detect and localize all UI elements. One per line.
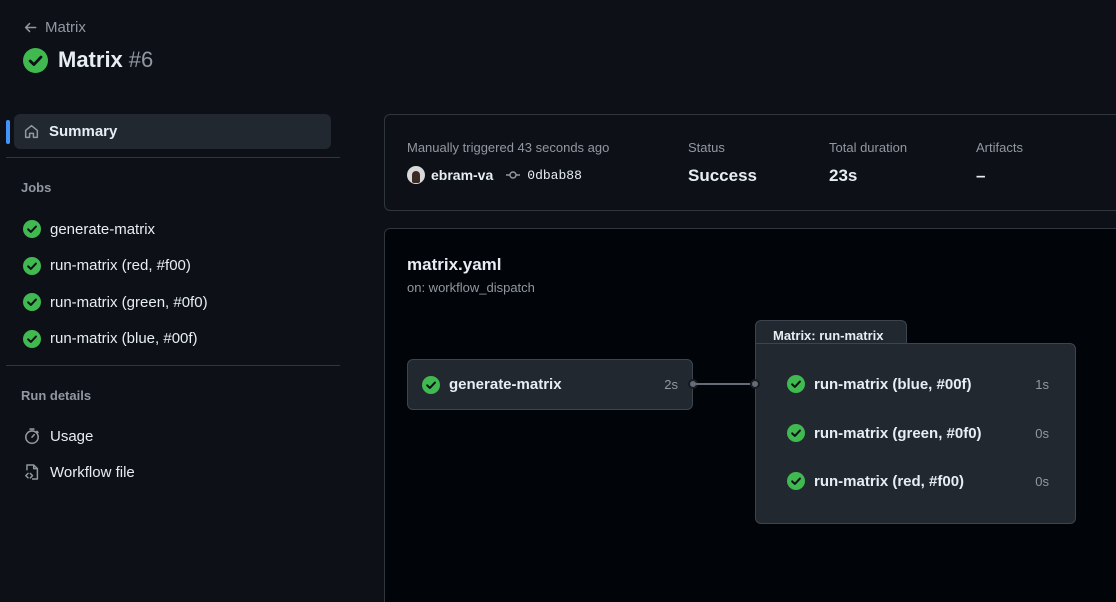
workflow-graph-card: matrix.yaml on: workflow_dispatch genera… [384,228,1116,602]
actor-link[interactable]: ebram-va [431,167,493,183]
matrix-job-blue[interactable]: run-matrix (blue, #00f) 1s [787,375,1049,393]
status-label: Status [688,140,725,155]
status-value: Success [688,166,757,185]
sidebar-item-job[interactable]: run-matrix (blue, #00f) [6,321,340,358]
workflow-run-page: Matrix Matrix #6 Summary Jobs generate-m… [0,0,1116,602]
matrix-group: run-matrix (blue, #00f) 1s run-matrix (g… [755,343,1076,524]
matrix-title: Matrix: run-matrix [755,320,907,345]
sidebar-item-label: Summary [49,123,118,140]
sidebar: Summary Jobs generate-matrix run-matrix … [6,114,340,490]
trigger-text: Manually triggered 43 seconds ago [407,140,610,155]
job-label: run-matrix (blue, #00f) [50,330,198,348]
status-column: Status Success [688,140,757,186]
connector-line [694,383,754,385]
stopwatch-icon [25,428,39,445]
arrow-left-icon [24,22,37,33]
job-label: run-matrix (red, #f00) [50,257,191,275]
trigger-column: Manually triggered 43 seconds ago ebram-… [407,140,609,184]
duration-value: 23s [829,166,858,185]
jobs-heading: Jobs [21,180,52,195]
divider [6,365,340,366]
sidebar-item-workflow-file[interactable]: Workflow file [6,454,340,490]
run-number: #6 [128,47,154,72]
active-indicator [6,120,10,144]
matrix-job-duration: 1s [1035,376,1049,392]
check-circle-fill-icon [787,472,805,490]
matrix-job-name: run-matrix (red, #f00) [814,472,965,490]
check-circle-fill-icon [23,220,41,238]
git-commit-icon [506,171,521,179]
sidebar-item-summary[interactable]: Summary [6,114,331,149]
check-circle-fill-icon [23,293,41,311]
sidebar-item-job[interactable]: run-matrix (green, #0f0) [6,284,340,321]
commit-sha-link[interactable]: 0dbab88 [527,168,582,183]
sidebar-item-job[interactable]: generate-matrix [6,211,340,248]
artifacts-value: – [976,166,986,185]
job-node-duration: 2s [664,377,678,392]
matrix-job-duration: 0s [1035,425,1049,441]
workflow-trigger: on: workflow_dispatch [407,280,535,295]
matrix-job-name: run-matrix (green, #0f0) [814,424,982,442]
file-code-icon [25,464,39,480]
matrix-job-red[interactable]: run-matrix (red, #f00) 0s [787,472,1049,490]
sidebar-item-job[interactable]: run-matrix (red, #f00) [6,248,340,285]
divider [6,157,340,158]
job-label: generate-matrix [50,220,156,238]
matrix-job-green[interactable]: run-matrix (green, #0f0) 0s [787,424,1049,442]
matrix-job-name: run-matrix (blue, #00f) [814,375,972,393]
check-circle-fill-icon [23,257,41,275]
matrix-job-duration: 0s [1035,473,1049,489]
run-details-heading: Run details [21,388,92,403]
run-summary-card: Manually triggered 43 seconds ago ebram-… [384,114,1116,211]
back-link-label: Matrix [45,19,86,36]
workflow-file-label: Workflow file [50,463,135,481]
artifacts-column: Artifacts – [976,140,1023,186]
sidebar-item-usage[interactable]: Usage [6,418,340,454]
duration-label: Total duration [829,140,908,155]
job-label: run-matrix (green, #0f0) [50,293,208,311]
duration-column: Total duration 23s [829,140,907,186]
check-circle-fill-icon [422,376,440,394]
home-icon [24,124,39,139]
job-node-generate-matrix[interactable]: generate-matrix 2s [407,359,693,410]
usage-label: Usage [50,427,94,445]
job-node-name: generate-matrix [449,376,562,393]
workflow-file-name: matrix.yaml [407,255,502,274]
run-title: Matrix #6 [23,47,153,73]
check-circle-fill-icon [787,424,805,442]
check-circle-fill-icon [23,330,41,348]
check-circle-fill-icon [23,48,48,73]
page-title: Matrix [58,47,123,72]
connector-dot [750,379,760,389]
artifacts-label: Artifacts [976,140,1023,155]
avatar[interactable] [407,166,425,184]
back-link[interactable]: Matrix [23,19,86,36]
check-circle-fill-icon [787,375,805,393]
